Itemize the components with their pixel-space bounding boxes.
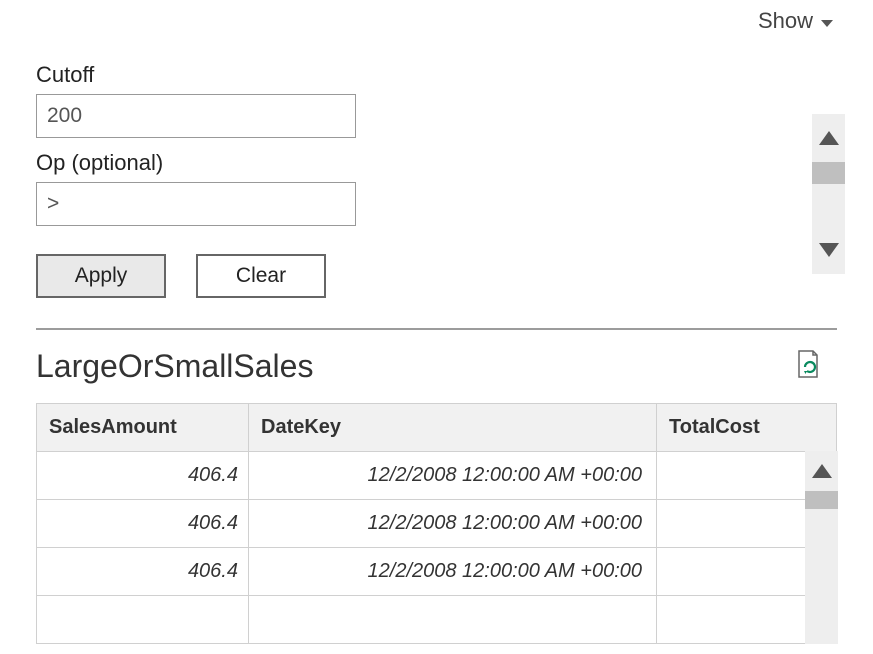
parameters-form: Cutoff Op (optional) Apply Clear (0, 42, 873, 322)
scroll-down-icon[interactable] (812, 226, 845, 274)
cell-date: 12/2/2008 12:00:00 AM +00:00 (249, 500, 657, 548)
clear-button[interactable]: Clear (196, 254, 326, 298)
cell-sales: 406.4 (37, 500, 249, 548)
table-row[interactable]: 406.4 12/2/2008 12:00:00 AM +00:00 2 (37, 500, 837, 548)
table-row[interactable]: 406.4 12/2/2008 12:00:00 AM +00:00 2 (37, 452, 837, 500)
topbar: Show (0, 0, 873, 42)
cutoff-label: Cutoff (36, 62, 837, 88)
op-label: Op (optional) (36, 150, 837, 176)
result-table: SalesAmount DateKey TotalCost 406.4 12/2… (36, 403, 837, 644)
table-row[interactable]: 406.4 12/2/2008 12:00:00 AM +00:00 2 (37, 548, 837, 596)
cell-date: 12/2/2008 12:00:00 AM +00:00 (249, 452, 657, 500)
table-scrollbar[interactable] (805, 451, 838, 644)
chevron-down-icon[interactable] (821, 20, 833, 27)
col-datekey[interactable]: DateKey (249, 404, 657, 452)
form-scrollbar[interactable] (812, 114, 845, 274)
cell-date: 12/2/2008 12:00:00 AM +00:00 (249, 548, 657, 596)
show-label[interactable]: Show (758, 8, 813, 34)
col-salesamount[interactable]: SalesAmount (37, 404, 249, 452)
refresh-icon[interactable] (795, 350, 819, 383)
result-table-wrap: SalesAmount DateKey TotalCost 406.4 12/2… (36, 403, 837, 644)
cell-sales: 406.4 (37, 452, 249, 500)
cell-date (249, 596, 657, 644)
scroll-track[interactable] (805, 491, 838, 644)
col-totalcost[interactable]: TotalCost (657, 404, 837, 452)
scroll-thumb[interactable] (812, 162, 845, 184)
query-title: LargeOrSmallSales (36, 348, 313, 385)
divider (36, 328, 837, 330)
apply-button[interactable]: Apply (36, 254, 166, 298)
scroll-up-icon[interactable] (805, 451, 838, 491)
table-row[interactable] (37, 596, 837, 644)
cell-sales: 406.4 (37, 548, 249, 596)
scroll-track[interactable] (812, 162, 845, 226)
cell-sales (37, 596, 249, 644)
cutoff-input[interactable] (36, 94, 356, 138)
scroll-up-icon[interactable] (812, 114, 845, 162)
op-input[interactable] (36, 182, 356, 226)
scroll-thumb[interactable] (805, 491, 838, 509)
